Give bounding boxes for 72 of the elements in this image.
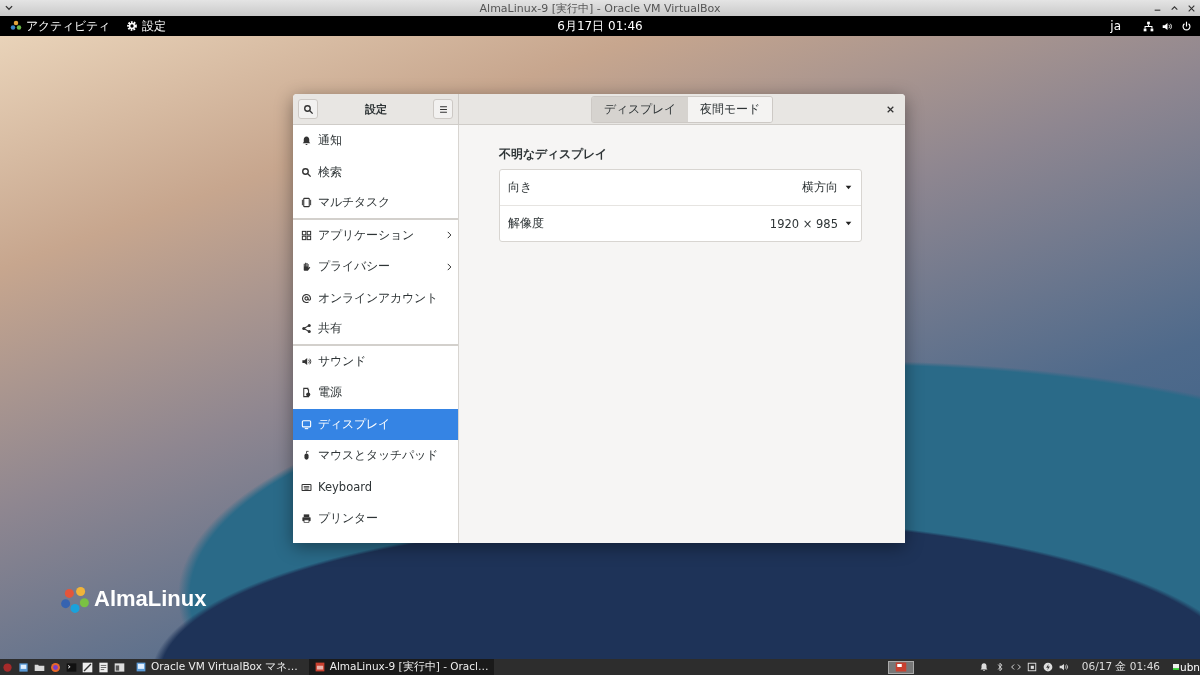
search-button[interactable]: [298, 99, 318, 119]
close-icon: [885, 104, 895, 114]
printer-icon: [301, 513, 312, 525]
window-title: 設定: [364, 101, 387, 117]
dropdown[interactable]: 横方向: [802, 180, 853, 195]
bolt-icon[interactable]: [1042, 662, 1053, 672]
caret-icon: [844, 219, 853, 228]
sidebar-item[interactable]: 共有: [293, 314, 458, 346]
bell-icon: [301, 135, 312, 147]
window-icon[interactable]: [114, 661, 125, 673]
window-title: AlmaLinux-9 [実行中] - Oracle VM VirtualBox: [479, 0, 721, 16]
row-label: 解像度: [508, 216, 544, 231]
browser-icon[interactable]: [50, 661, 61, 673]
sidebar-item[interactable]: 電源: [293, 377, 458, 409]
sidebar-item[interactable]: プリンター: [293, 503, 458, 535]
terminal-icon[interactable]: [66, 661, 77, 673]
taskbar-button[interactable]: AlmaLinux-9 [実行中] - Oracl…: [308, 659, 495, 675]
search-icon: [302, 103, 314, 115]
sidebar-item[interactable]: マルチタスク: [293, 188, 458, 220]
gear-icon: [126, 20, 138, 32]
app-window-icon: [136, 662, 146, 672]
chevron-right-icon: [444, 230, 454, 241]
input-method-button[interactable]: ja: [1108, 17, 1123, 35]
clock-button[interactable]: 6月17日 01:46: [555, 15, 645, 37]
bell-icon[interactable]: [978, 662, 989, 672]
at-sign-icon: [301, 292, 312, 304]
sidebar-item[interactable]: オンラインアカウント: [293, 282, 458, 314]
sidebar-item[interactable]: サウンド: [293, 345, 458, 377]
start-menu-icon[interactable]: [2, 661, 13, 673]
sidebar-item[interactable]: Keyboard: [293, 471, 458, 503]
sidebar-item[interactable]: 検索: [293, 156, 458, 188]
close-icon[interactable]: [1187, 3, 1196, 13]
share-icon: [301, 323, 312, 335]
activities-button[interactable]: アクティビティ: [8, 15, 112, 37]
menu-icon: [437, 103, 449, 115]
workspace-button[interactable]: [887, 660, 914, 674]
notepad-icon[interactable]: [98, 661, 109, 673]
clipboard-icon[interactable]: [1026, 662, 1037, 672]
network-icon[interactable]: [1143, 20, 1154, 32]
taskbar-clock[interactable]: 06/17 金 01:46: [1081, 660, 1160, 674]
power-icon[interactable]: [1181, 20, 1192, 32]
chevron-right-icon: [444, 261, 454, 272]
desktop-icon[interactable]: [18, 661, 29, 673]
sidebar-item[interactable]: 通知: [293, 125, 458, 157]
dropdown[interactable]: 1920 × 985: [769, 216, 853, 231]
code-arrows-icon[interactable]: [1010, 662, 1021, 672]
pencil-icon[interactable]: [82, 661, 93, 673]
monitor-icon: [301, 418, 312, 430]
speaker-icon[interactable]: [1058, 662, 1069, 672]
app-menu-button[interactable]: 設定: [124, 15, 168, 37]
tab[interactable]: ディスプレイ: [592, 96, 688, 122]
grid-icon: [301, 229, 312, 241]
section-heading: 不明なディスプレイ: [499, 147, 608, 162]
sidebar-item[interactable]: マウスとタッチパッド: [293, 440, 458, 472]
panel-label: ubn: [1180, 661, 1200, 673]
mouse-icon: [301, 450, 312, 462]
caret-icon: [844, 183, 853, 192]
tab[interactable]: 夜間モード: [688, 96, 772, 122]
hand-icon: [301, 261, 312, 273]
speaker-icon[interactable]: [1162, 20, 1173, 32]
sidebar-item[interactable]: アプリケーション: [293, 219, 458, 251]
sidebar-item[interactable]: プライバシー: [293, 251, 458, 283]
row-label: 向き: [508, 180, 532, 195]
maximize-icon[interactable]: [1170, 3, 1179, 13]
taskbar-button[interactable]: Oracle VM VirtualBox マネ…: [130, 659, 304, 675]
logo-text: AlmaLinux: [94, 586, 207, 612]
menu-button[interactable]: [433, 99, 453, 119]
sidebar-item[interactable]: ディスプレイ: [293, 408, 458, 440]
layers-icon: [301, 197, 312, 209]
keyboard-icon: [301, 481, 312, 493]
caret-icon[interactable]: [4, 3, 14, 13]
search-icon: [301, 166, 312, 178]
